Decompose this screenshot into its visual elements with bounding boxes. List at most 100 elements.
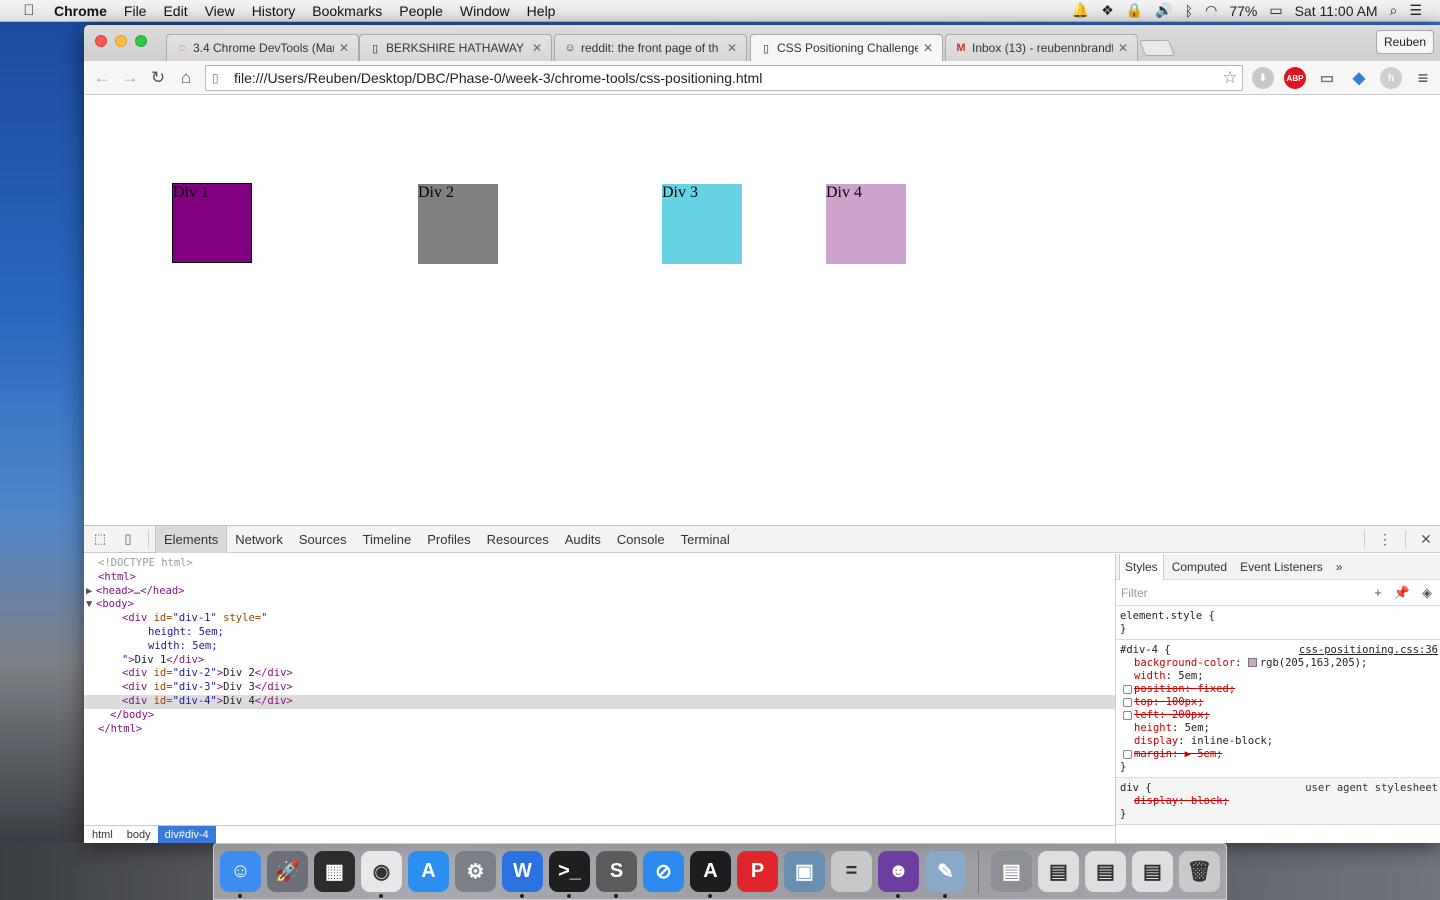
- element-state-icon[interactable]: ◈: [1422, 585, 1432, 601]
- tab-close-icon[interactable]: ✕: [531, 41, 543, 55]
- div-4[interactable]: Div 4: [826, 184, 906, 264]
- div-4-rule[interactable]: #div-4 { css-positioning.css:36 backgrou…: [1116, 640, 1440, 778]
- battery-icon[interactable]: ▭: [1269, 2, 1282, 19]
- dom-line[interactable]: <div id="div-2">Div 2</div>: [84, 667, 1115, 681]
- menu-window[interactable]: Window: [460, 3, 510, 19]
- cast-icon[interactable]: ▭: [1316, 67, 1338, 89]
- dock-sublime-text-icon[interactable]: S: [596, 851, 637, 898]
- dom-line[interactable]: </html>: [84, 723, 1115, 737]
- user-agent-rule[interactable]: div { user agent stylesheet display: blo…: [1116, 778, 1440, 825]
- wifi-icon[interactable]: ◠: [1205, 2, 1217, 19]
- dock-chrome-doc-icon[interactable]: ▤: [1085, 851, 1126, 892]
- dock-trash-icon[interactable]: 🗑: [1179, 851, 1220, 892]
- dom-line[interactable]: width: 5em;: [84, 640, 1115, 654]
- expand-triangle-icon[interactable]: ▶: [84, 585, 96, 599]
- download-extension-icon[interactable]: ⬇: [1252, 67, 1274, 89]
- dock-word-icon[interactable]: W: [502, 851, 543, 898]
- profile-button[interactable]: Reuben: [1375, 30, 1434, 54]
- browser-tab-berkshire[interactable]: ▯ BERKSHIRE HATHAWAY IN ✕: [359, 34, 552, 61]
- event-listeners-tab[interactable]: Event Listeners: [1235, 554, 1328, 580]
- device-mode-icon[interactable]: ▯: [114, 531, 142, 547]
- dom-line[interactable]: ▶ <head>…</head>: [84, 585, 1115, 599]
- menu-edit[interactable]: Edit: [163, 3, 187, 19]
- graduation-cap-extension-icon[interactable]: ◆: [1348, 67, 1370, 89]
- apple-menu-icon[interactable]: : [18, 2, 40, 19]
- menu-file[interactable]: File: [124, 3, 147, 19]
- css-property[interactable]: display: block;: [1120, 795, 1436, 808]
- dom-line[interactable]: ">Div 1</div>: [84, 654, 1115, 668]
- dock-github-icon[interactable]: ☻: [878, 851, 919, 898]
- dock-system-preferences-icon[interactable]: ⚙: [455, 851, 496, 892]
- dom-line[interactable]: <div id="div-3">Div 3</div>: [84, 681, 1115, 695]
- computed-tab[interactable]: Computed: [1167, 554, 1232, 580]
- more-tabs-chevron-icon[interactable]: »: [1331, 554, 1348, 580]
- collapse-triangle-icon[interactable]: ▼: [84, 598, 96, 612]
- dom-line[interactable]: height: 5em;: [84, 626, 1115, 640]
- css-property[interactable]: background-color: rgb(205,163,205);: [1120, 657, 1436, 670]
- tab-close-icon[interactable]: ✕: [338, 41, 350, 55]
- window-maximize-button[interactable]: [135, 35, 147, 47]
- back-arrow-icon[interactable]: ←: [88, 68, 116, 88]
- dom-line[interactable]: <html>: [84, 571, 1115, 585]
- dom-line[interactable]: <!DOCTYPE html>: [84, 557, 1115, 571]
- window-minimize-button[interactable]: [115, 35, 127, 47]
- lock-icon[interactable]: 🔒: [1126, 2, 1143, 19]
- menu-help[interactable]: Help: [527, 3, 556, 19]
- devtools-tab-network[interactable]: Network: [227, 526, 291, 553]
- dock-chrome-icon[interactable]: ◉: [361, 851, 402, 898]
- dom-line[interactable]: ▼ <body>: [84, 598, 1115, 612]
- spotlight-search-icon[interactable]: ⌕: [1390, 2, 1398, 19]
- browser-tab-gmail[interactable]: M Inbox (13) - reubennbrandt ✕: [945, 34, 1138, 61]
- more-options-icon[interactable]: ⋮: [1371, 531, 1399, 548]
- bookmark-star-icon[interactable]: ☆: [1218, 68, 1242, 88]
- menu-bookmarks[interactable]: Bookmarks: [312, 3, 382, 19]
- browser-tab-devtools-lesson[interactable]: ◌ 3.4 Chrome DevTools (Man ✕: [166, 34, 359, 61]
- devtools-tab-elements[interactable]: Elements: [155, 525, 228, 553]
- div-2[interactable]: Div 2: [418, 184, 498, 264]
- breadcrumb-body[interactable]: body: [120, 826, 158, 844]
- property-checkbox[interactable]: [1123, 711, 1132, 720]
- css-property[interactable]: margin: ▶ 5em;: [1120, 748, 1436, 761]
- devtools-tab-profiles[interactable]: Profiles: [419, 526, 478, 553]
- devtools-tab-resources[interactable]: Resources: [479, 526, 557, 553]
- new-tab-button[interactable]: [1139, 40, 1175, 56]
- dock-word-doc-icon[interactable]: ▤: [1038, 851, 1079, 892]
- rule-source-link[interactable]: css-positioning.css:36: [1299, 644, 1438, 657]
- browser-tab-reddit[interactable]: ☺ reddit: the front page of th ✕: [554, 34, 747, 61]
- bluetooth-icon[interactable]: ᛒ: [1185, 3, 1193, 19]
- address-bar[interactable]: ▯ file:///Users/Reuben/Desktop/DBC/Phase…: [205, 65, 1243, 91]
- breadcrumb-div-4[interactable]: div#div-4: [157, 825, 216, 843]
- dock-pdf-expert-icon[interactable]: P: [737, 851, 778, 892]
- dock-finder-icon[interactable]: ☺: [220, 851, 261, 898]
- inspect-element-icon[interactable]: ⬚: [86, 531, 114, 547]
- css-property[interactable]: position: fixed;: [1120, 683, 1436, 696]
- css-property[interactable]: height: 5em;: [1120, 722, 1436, 735]
- devtools-tab-audits[interactable]: Audits: [557, 526, 609, 553]
- breadcrumb-html[interactable]: html: [85, 826, 120, 844]
- pin-icon[interactable]: 📌: [1394, 585, 1410, 601]
- dock-chrome-doc-2-icon[interactable]: ▤: [1132, 851, 1173, 892]
- chrome-menu-icon[interactable]: ≡: [1412, 67, 1434, 89]
- browser-tab-css-positioning[interactable]: ▯ CSS Positioning Challenge ✕: [750, 34, 943, 61]
- element-style-rule[interactable]: element.style { }: [1116, 606, 1440, 640]
- battery-percent[interactable]: 77%: [1229, 3, 1257, 19]
- dom-line[interactable]: </body>: [84, 709, 1115, 723]
- color-swatch[interactable]: [1247, 658, 1257, 667]
- tab-close-icon[interactable]: ✕: [1117, 41, 1129, 55]
- menu-people[interactable]: People: [399, 3, 443, 19]
- address-url[interactable]: file:///Users/Reuben/Desktop/DBC/Phase-0…: [234, 70, 1218, 86]
- property-checkbox[interactable]: [1123, 698, 1132, 707]
- notification-bell-icon[interactable]: 🔔: [1072, 2, 1089, 19]
- dock-app-store-icon[interactable]: A: [408, 851, 449, 892]
- css-property[interactable]: top: 100px;: [1120, 696, 1436, 709]
- tab-close-icon[interactable]: ✕: [922, 41, 934, 55]
- property-checkbox[interactable]: [1123, 685, 1132, 694]
- dom-line-selected[interactable]: <div id="div-4">Div 4</div>: [84, 694, 1115, 709]
- honey-extension-icon[interactable]: h: [1380, 67, 1402, 89]
- new-style-rule-icon[interactable]: +: [1374, 585, 1382, 601]
- dock-preview-icon[interactable]: ✎: [925, 851, 966, 898]
- devtools-tab-terminal[interactable]: Terminal: [673, 526, 738, 553]
- dom-line[interactable]: <div id="div-1" style=": [84, 612, 1115, 626]
- dock-photo-booth-icon[interactable]: ▦: [314, 851, 355, 892]
- tab-close-icon[interactable]: ✕: [726, 41, 738, 55]
